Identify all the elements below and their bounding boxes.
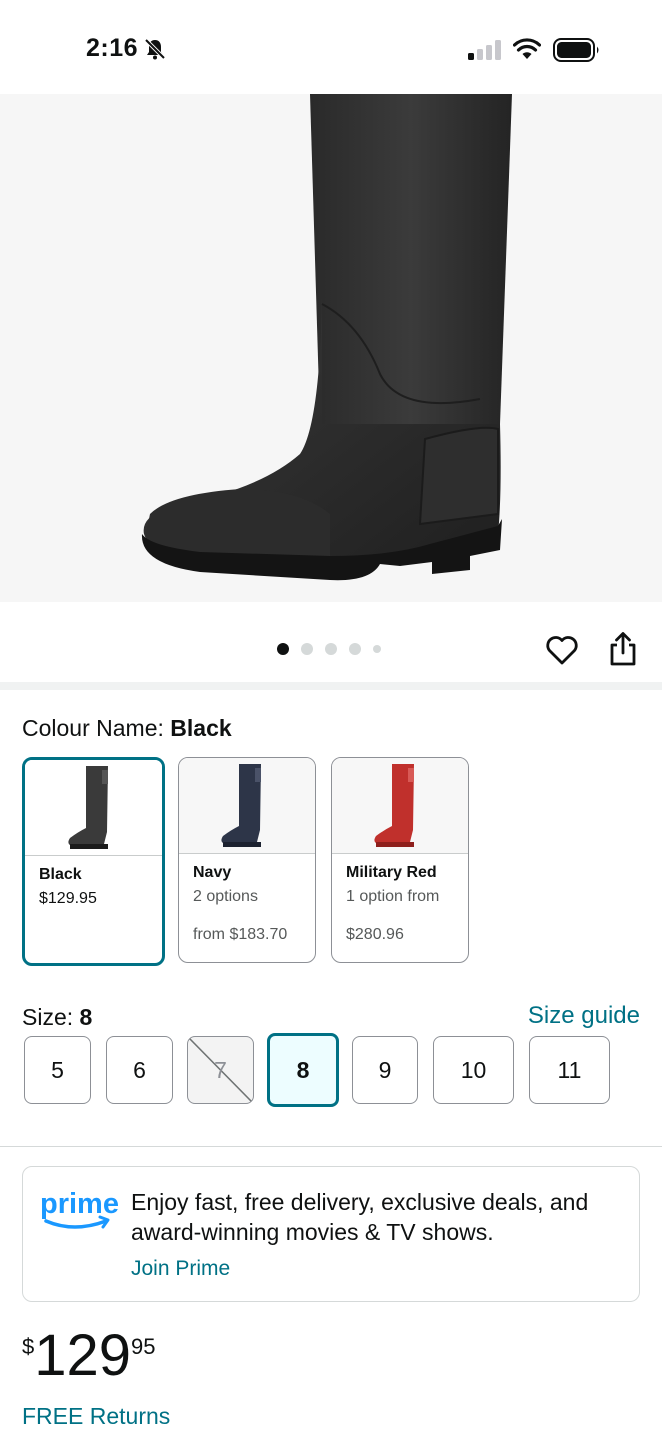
swatch-from-price: $280.96	[346, 926, 404, 943]
battery-icon	[553, 38, 599, 62]
size-option-8-selected[interactable]: 8	[267, 1033, 339, 1107]
prime-promo-card[interactable]: prime Enjoy fast, free delivery, exclusi…	[22, 1166, 640, 1302]
free-returns-link[interactable]: FREE Returns	[22, 1403, 170, 1430]
colour-option-navy[interactable]: Navy 2 options from $183.70	[178, 757, 316, 963]
swatch-options-count: 2 options	[193, 888, 258, 905]
prime-message: Enjoy fast, free delivery, exclusive dea…	[131, 1189, 589, 1245]
bell-slash-icon	[144, 38, 166, 60]
carousel-dot[interactable]	[301, 643, 313, 655]
wifi-icon	[513, 38, 541, 59]
size-selected-value: 8	[79, 1004, 93, 1030]
size-heading: Size: 8	[22, 1004, 92, 1031]
colour-option-military-red[interactable]: Military Red 1 option from $280.96	[331, 757, 469, 963]
cellular-signal-icon	[468, 40, 501, 60]
size-option-label: 5	[51, 1056, 64, 1083]
size-option-7-unavailable[interactable]: 7	[187, 1036, 254, 1104]
swatch-name: Black	[39, 866, 82, 883]
colour-label: Colour Name:	[22, 715, 164, 741]
share-icon[interactable]	[607, 631, 639, 667]
size-option-5[interactable]: 5	[24, 1036, 91, 1104]
size-guide-link[interactable]: Size guide	[528, 1002, 640, 1030]
swatch-options-count: 1 option from	[346, 888, 440, 905]
price-currency: $	[22, 1334, 35, 1359]
divider	[0, 1146, 662, 1147]
carousel-dot[interactable]	[349, 643, 361, 655]
image-controls	[0, 602, 662, 682]
price-fraction: 95	[131, 1334, 156, 1359]
size-option-label: 6	[133, 1056, 146, 1083]
size-option-11[interactable]: 11	[529, 1036, 610, 1104]
carousel-dot-active[interactable]	[277, 643, 289, 655]
status-bar: 2:16	[0, 0, 662, 94]
prime-logo: prime	[40, 1188, 119, 1229]
size-option-label: 11	[557, 1056, 582, 1083]
size-option-6[interactable]: 6	[106, 1036, 173, 1104]
boot-thumbnail	[221, 764, 261, 847]
product-image[interactable]	[0, 94, 662, 602]
size-option-9[interactable]: 9	[352, 1036, 418, 1104]
colour-option-black[interactable]: Black $129.95	[22, 757, 165, 966]
join-prime-link[interactable]: Join Prime	[131, 1257, 230, 1281]
price-whole: 129	[34, 1323, 132, 1388]
swatch-from-price: from $183.70	[193, 926, 288, 943]
swatch-price: $129.95	[39, 890, 97, 907]
swatch-thumbnail	[179, 758, 315, 854]
colour-heading: Colour Name: Black	[22, 715, 232, 742]
size-option-10[interactable]: 10	[433, 1036, 514, 1104]
heart-icon[interactable]	[545, 633, 579, 667]
size-label: Size:	[22, 1004, 74, 1030]
swatch-thumbnail	[332, 758, 468, 854]
boot-thumbnail	[374, 764, 414, 847]
size-option-label: 9	[378, 1056, 392, 1083]
section-divider	[0, 682, 662, 690]
size-option-label: 7	[214, 1056, 227, 1083]
swatch-name: Navy	[193, 864, 232, 881]
swatch-thumbnail	[25, 760, 162, 856]
carousel-dots[interactable]	[277, 643, 381, 655]
swatch-name: Military Red	[346, 864, 437, 881]
prime-logo-text: prime	[40, 1188, 119, 1220]
colour-selected-value: Black	[170, 715, 232, 741]
size-option-label: 8	[296, 1056, 310, 1083]
price: $ 129 95	[22, 1326, 156, 1386]
size-option-label: 10	[460, 1056, 487, 1083]
black-rain-boot-image	[141, 94, 512, 581]
boot-thumbnail	[67, 766, 108, 849]
carousel-dot[interactable]	[373, 645, 381, 653]
status-time: 2:16	[86, 34, 139, 62]
carousel-dot[interactable]	[325, 643, 337, 655]
